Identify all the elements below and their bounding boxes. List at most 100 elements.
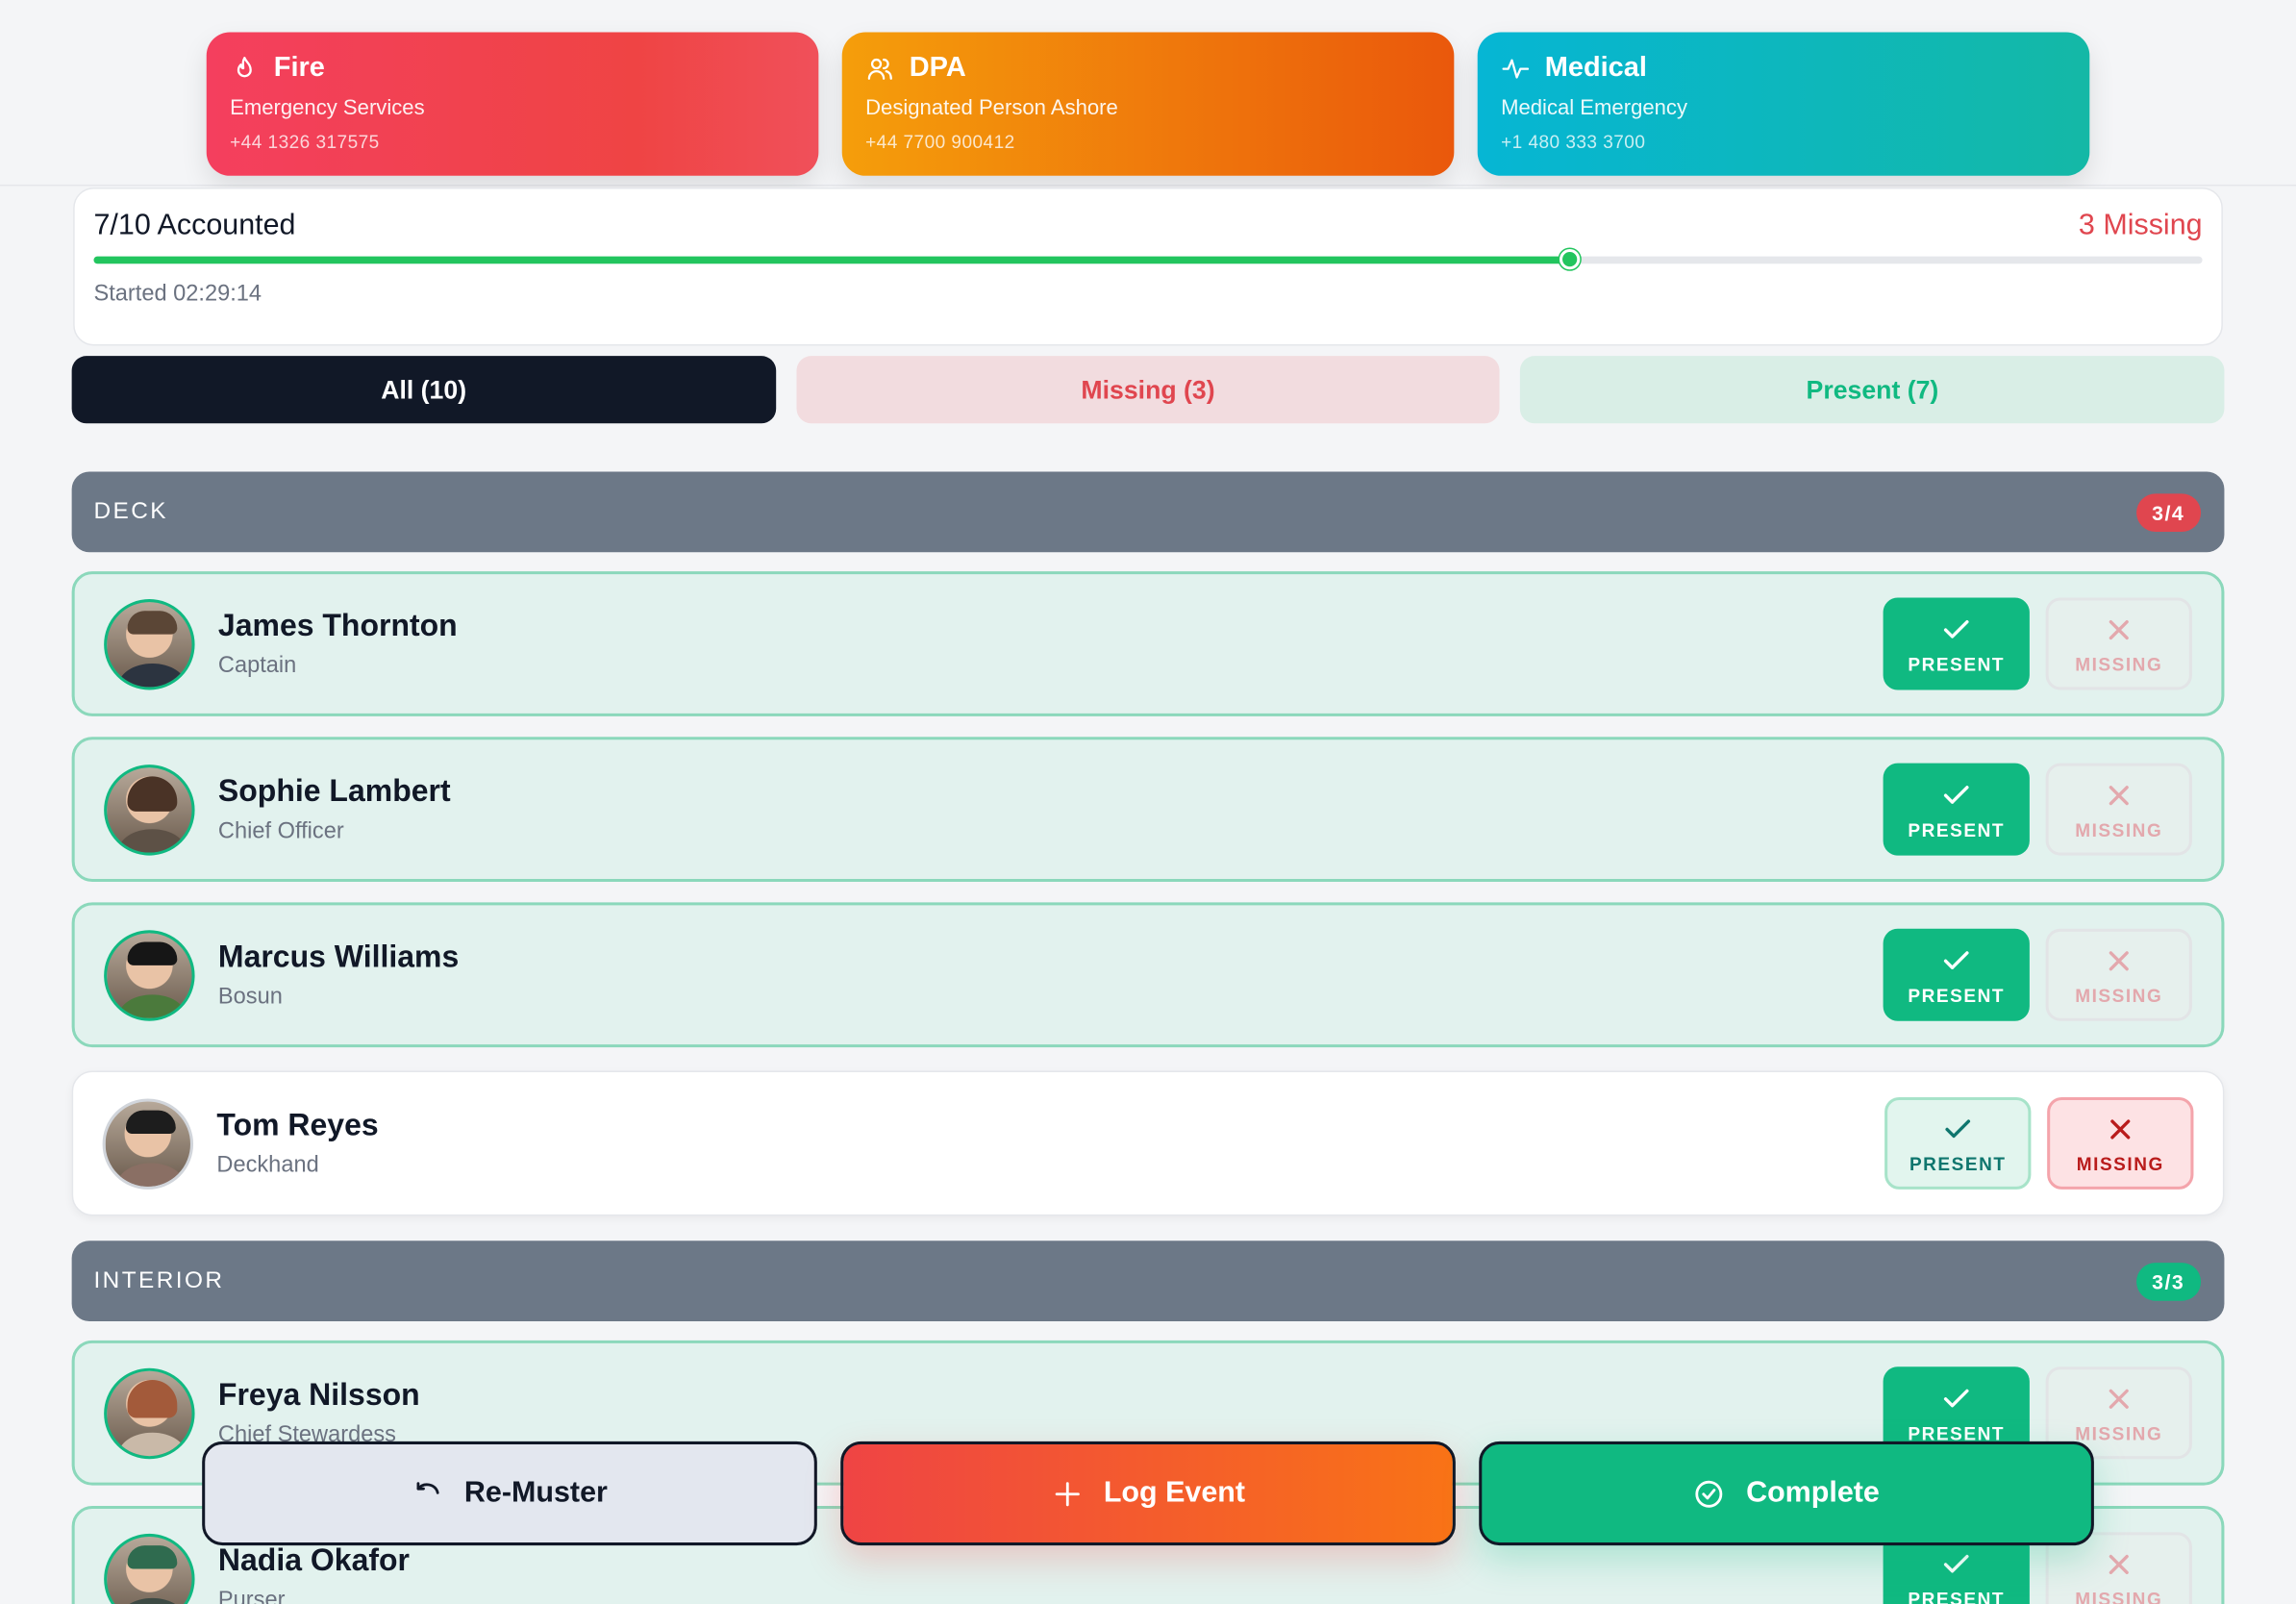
group-header-deck: DECK 3/4 [71,471,2225,553]
crew-row: Sophie Lambert Chief Officer PRESENT MIS… [71,737,2225,883]
progress-track [93,248,2203,270]
present-button[interactable]: PRESENT [1883,597,2030,690]
crew-name: Marcus Williams [217,940,460,974]
contact-card-fire-title-row: Fire [230,53,795,86]
missing-label: MISSING [2075,819,2163,840]
x-icon [2109,785,2129,805]
crew-role: Purser [217,1587,286,1604]
present-button[interactable]: PRESENT [1883,763,2030,856]
crew-name: Tom Reyes [216,1108,379,1142]
present-label: PRESENT [1908,819,2006,840]
status-actions: PRESENT MISSING [1884,1096,2194,1190]
contact-subtitle: Designated Person Ashore [865,96,1118,120]
log-event-label: Log Event [1103,1476,1246,1509]
missing-label: MISSING [2075,654,2163,675]
progress-header: 7/10 Accounted 3 Missing [93,210,2202,243]
contact-card-dpa-title-row: DPA [865,53,1431,86]
crew-role: Bosun [217,983,283,1009]
filter-tab-present[interactable]: Present (7) [1520,356,2225,424]
remuster-label: Re-Muster [463,1476,608,1509]
check-circle-icon [1696,1480,1723,1507]
present-label: PRESENT [1908,985,2006,1006]
complete-button[interactable]: Complete [1479,1441,2094,1546]
x-icon [2109,1554,2129,1574]
crew-row: Marcus Williams Bosun PRESENT MISSING [71,902,2225,1048]
log-event-button[interactable]: Log Event [840,1441,1456,1546]
check-icon [1943,619,1969,638]
check-icon [1943,950,1969,969]
missing-label: MISSING [2075,1589,2163,1604]
plus-icon [1055,1481,1080,1506]
crew-name: Nadia Okafor [217,1542,411,1577]
crew-name: Sophie Lambert [217,774,451,809]
bottom-action-bar: Re-Muster Log Event Complete [0,1441,2296,1547]
x-icon [2110,1118,2131,1139]
crew-info: Tom Reyes Deckhand [216,1108,378,1178]
filter-tab-missing[interactable]: Missing (3) [796,356,1501,424]
contact-phone: +44 7700 900412 [865,132,1015,153]
present-label: PRESENT [1908,1589,2006,1604]
group-name: INTERIOR [93,1267,225,1293]
contact-title: DPA [909,52,966,84]
crew-row: Tom Reyes Deckhand PRESENT MISSING [71,1070,2225,1216]
contact-title: Fire [273,52,325,84]
pulse-icon [1502,59,1530,79]
muster-progress-card: 7/10 Accounted 3 Missing Started 02:29:1… [73,187,2223,346]
missing-button[interactable]: MISSING [2047,1096,2194,1190]
avatar [104,929,195,1020]
avatar [104,764,195,855]
contact-card-medical-title-row: Medical [1501,53,2066,86]
progress-fill [93,256,1570,264]
contact-subtitle: Medical Emergency [1501,96,1687,120]
missing-button[interactable]: MISSING [2045,597,2192,690]
check-icon [1943,1388,1969,1407]
missing-button[interactable]: MISSING [2045,763,2192,856]
contact-phone: +1 480 333 3700 [1501,132,1646,153]
crew-row: James Thornton Captain PRESENT MISSING [71,571,2225,716]
group-name: DECK [93,498,168,524]
started-time: Started 02:29:14 [93,281,262,307]
filter-tab-all[interactable]: All (10) [71,356,776,424]
contact-card-dpa[interactable]: DPA Designated Person Ashore +44 7700 90… [841,32,1455,176]
missing-button[interactable]: MISSING [2045,928,2192,1021]
x-icon [2109,619,2129,639]
group-header-interior: INTERIOR 3/3 [71,1241,2225,1322]
check-icon [1943,1554,1969,1572]
contact-subtitle: Emergency Services [230,96,425,120]
crew-role: Chief Officer [217,817,344,843]
group-count-badge: 3/3 [2135,1262,2202,1300]
missing-label: MISSING [2076,1153,2164,1174]
present-button[interactable]: PRESENT [1884,1096,2032,1190]
present-label: PRESENT [1908,654,2006,675]
progress-knob [1559,248,1581,270]
crew-role: Deckhand [216,1152,319,1177]
crew-info: James Thornton Captain [218,609,458,679]
missing-count: 3 Missing [2078,209,2203,242]
x-icon [2109,950,2129,970]
filter-tabs: All (10) Missing (3) Present (7) [71,356,2225,424]
group-count-badge: 3/4 [2135,492,2202,532]
avatar [102,1097,194,1190]
check-icon [1943,785,1969,804]
crew-info: Freya Nilsson Chief Stewardess [218,1378,420,1448]
crew-info: Nadia Okafor Purser [218,1543,410,1604]
present-label: PRESENT [1909,1153,2007,1174]
status-actions: PRESENT MISSING [1883,928,2192,1021]
undo-icon [416,1481,439,1494]
app-root: Fire Emergency Services +44 1326 317575 … [0,0,2296,1604]
status-actions: PRESENT MISSING [1883,763,2192,856]
crew-name: Freya Nilsson [217,1377,420,1412]
present-button[interactable]: PRESENT [1883,928,2030,1021]
flame-icon [237,57,252,78]
contact-card-medical[interactable]: Medical Medical Emergency +1 480 333 370… [1477,32,2090,176]
crew-name: James Thornton [217,608,458,642]
contact-phone: +44 1326 317575 [230,132,380,153]
avatar [104,598,195,689]
crew-role: Captain [217,652,297,678]
contact-card-fire[interactable]: Fire Emergency Services +44 1326 317575 [206,32,819,176]
accounted-count: 7/10 Accounted [93,209,296,242]
remuster-button[interactable]: Re-Muster [202,1441,817,1546]
crew-info: Marcus Williams Bosun [218,940,459,1010]
people-icon [867,58,892,80]
complete-label: Complete [1746,1476,1880,1509]
